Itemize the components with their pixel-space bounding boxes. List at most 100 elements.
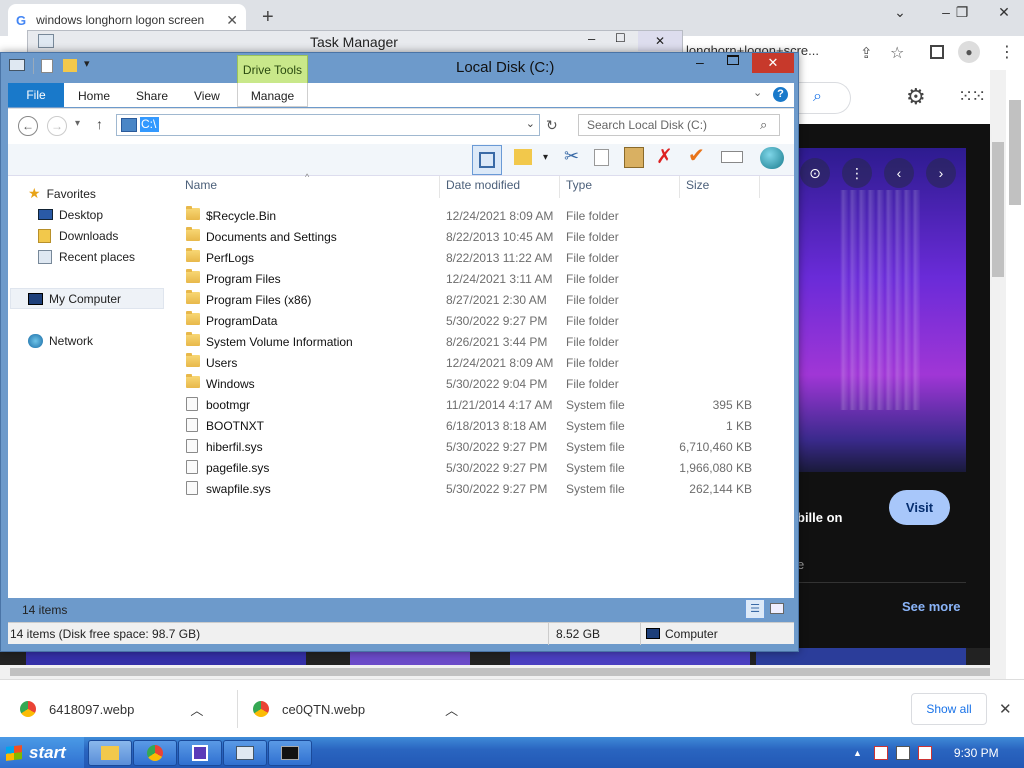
taskbar-explorer-button[interactable] — [88, 740, 132, 766]
more-options-icon[interactable]: ⋮ — [842, 158, 872, 188]
column-header-type[interactable]: Type — [566, 178, 592, 198]
tab-manage[interactable]: Manage — [237, 83, 308, 107]
file-row[interactable]: hiberfil.sys 5/30/2022 9:27 PM System file… — [183, 436, 763, 457]
file-row[interactable]: System Volume Information 8/26/2021 3:44 … — [183, 331, 763, 352]
copy-icon[interactable] — [594, 149, 609, 166]
cut-icon[interactable]: ✂ — [564, 146, 579, 167]
prev-image-icon[interactable]: ‹ — [884, 158, 914, 188]
explorer-minimize-icon[interactable]: – — [696, 54, 704, 70]
taskbar-chrome-button[interactable] — [133, 740, 177, 766]
side-panel-icon[interactable] — [930, 45, 944, 59]
bookmark-star-icon[interactable]: ☆ — [890, 43, 904, 63]
minimize-icon[interactable]: ⌄ — [884, 2, 916, 22]
nav-desktop[interactable]: Desktop — [38, 204, 103, 225]
nav-network[interactable]: Network — [28, 330, 93, 351]
back-icon[interactable]: ← — [18, 116, 38, 136]
file-row[interactable]: Program Files (x86) 8/27/2021 2:30 AM File… — [183, 289, 763, 310]
apps-grid-icon[interactable]: ⁙⁙ — [958, 86, 986, 107]
file-row[interactable]: bootmgr 11/21/2014 4:17 AM System file 395 … — [183, 394, 763, 415]
outer-scrollbar-thumb[interactable] — [1009, 100, 1021, 205]
show-all-button[interactable]: Show all — [911, 693, 987, 725]
clock[interactable]: 9:30 PM — [954, 746, 999, 760]
display-icon[interactable] — [895, 745, 910, 760]
address-bar[interactable]: ⌄ — [116, 114, 540, 136]
taskbar-app-button[interactable] — [178, 740, 222, 766]
customize-qat-icon[interactable]: ▾ — [84, 57, 90, 70]
google-search-box[interactable] — [797, 82, 851, 114]
file-row[interactable]: Documents and Settings 8/22/2013 10:45 AM… — [183, 226, 763, 247]
task-manager-window[interactable]: Task Manager – ☐ ✕ — [27, 30, 683, 54]
nav-my-computer[interactable]: My Computer — [28, 288, 121, 309]
search-icon[interactable]: ⌕ — [813, 88, 822, 106]
tray-chevron-icon[interactable]: ▲ — [853, 748, 862, 758]
forward-icon[interactable]: → — [47, 116, 67, 136]
file-row[interactable]: swapfile.sys 5/30/2022 9:27 PM System file… — [183, 478, 763, 499]
chevron-up-icon[interactable]: ︿ — [445, 700, 458, 719]
explorer-maximize-icon[interactable] — [727, 55, 739, 65]
profile-avatar[interactable]: ● — [958, 41, 980, 63]
chrome-restore-icon[interactable]: ❐ — [946, 2, 978, 22]
column-header-name[interactable]: Name — [185, 178, 217, 198]
nav-recent-places[interactable]: Recent places — [38, 246, 135, 267]
file-row[interactable]: $Recycle.Bin 12/24/2021 8:09 AM File folde… — [183, 205, 763, 226]
properties-icon[interactable] — [41, 59, 53, 73]
file-row[interactable]: Program Files 12/24/2021 3:11 AM File fold… — [183, 268, 763, 289]
nav-downloads[interactable]: Downloads — [38, 225, 118, 246]
column-header-date[interactable]: Date modified — [446, 178, 520, 198]
tab-home[interactable]: Home — [78, 83, 110, 107]
refresh-icon[interactable]: ↻ — [546, 117, 558, 134]
file-row[interactable]: Windows 5/30/2022 9:04 PM File folder — [183, 373, 763, 394]
horizontal-scrollbar[interactable] — [0, 665, 1006, 679]
paste-icon[interactable] — [624, 147, 644, 168]
outer-scrollbar[interactable] — [1006, 70, 1024, 665]
volume-mute-icon[interactable] — [917, 745, 932, 760]
new-tab-icon[interactable]: + — [262, 6, 274, 29]
visit-button[interactable]: Visit — [889, 490, 950, 525]
tab-file[interactable]: File — [8, 83, 64, 107]
tab-view[interactable]: View — [194, 83, 220, 107]
nav-favorites[interactable]: ★ Favorites — [28, 183, 96, 204]
file-row[interactable]: BOOTNXT 6/18/2013 8:18 AM System file 1 KB — [183, 415, 763, 436]
check-icon[interactable]: ✔ — [688, 143, 705, 168]
see-more-link[interactable]: See more — [902, 599, 961, 614]
up-icon[interactable]: ↑ — [96, 116, 103, 132]
chevron-up-icon[interactable]: ︿ — [190, 700, 203, 719]
address-dropdown-icon[interactable]: ⌄ — [526, 117, 535, 130]
settings-gear-icon[interactable]: ⚙ — [906, 84, 926, 110]
file-row[interactable]: PerfLogs 8/22/2013 11:22 AM File folder — [183, 247, 763, 268]
expand-ribbon-icon[interactable]: ⌄ — [753, 86, 762, 99]
search-input[interactable]: Search Local Disk (C:) — [578, 114, 780, 136]
properties-folder-icon[interactable] — [514, 149, 532, 165]
page-scrollbar-thumb[interactable] — [992, 142, 1004, 277]
task-manager-minimize-icon[interactable]: – — [588, 31, 595, 46]
chrome-close-icon[interactable]: ✕ — [988, 2, 1020, 22]
lens-icon[interactable]: ⊙ — [800, 158, 830, 188]
close-download-bar-icon[interactable]: ✕ — [999, 700, 1012, 718]
task-manager-close-icon[interactable]: ✕ — [638, 31, 682, 51]
large-icons-view-icon[interactable] — [770, 603, 784, 614]
start-button[interactable]: start — [0, 737, 84, 768]
download-item[interactable]: 6418097.webp ︿ — [20, 695, 203, 723]
details-view-icon[interactable]: ☰ — [745, 599, 765, 619]
tab-share[interactable]: Share — [136, 83, 168, 107]
address-text[interactable]: C:\ — [140, 117, 159, 132]
chrome-menu-icon[interactable]: ⋮ — [999, 42, 1015, 62]
taskbar-cmd-button[interactable] — [268, 740, 312, 766]
file-row[interactable]: ProgramData 5/30/2022 9:27 PM File folder — [183, 310, 763, 331]
delete-icon[interactable]: ✗ — [656, 144, 673, 169]
rename-icon[interactable] — [721, 151, 743, 163]
download-item[interactable]: ce0QTN.webp ︿ — [253, 695, 458, 723]
search-icon[interactable]: ⌕ — [760, 117, 767, 133]
dropdown-icon[interactable]: ▾ — [543, 152, 548, 163]
globe-icon[interactable] — [760, 147, 784, 169]
next-image-icon[interactable]: › — [926, 158, 956, 188]
preview-pane-icon[interactable] — [472, 145, 502, 175]
explorer-close-icon[interactable]: ✕ — [752, 53, 794, 73]
help-icon[interactable]: ? — [773, 87, 788, 102]
column-header-size[interactable]: Size — [686, 178, 709, 198]
network-error-icon[interactable] — [873, 745, 888, 760]
taskbar-task-manager-button[interactable] — [223, 740, 267, 766]
new-folder-icon[interactable] — [63, 59, 77, 72]
file-row[interactable]: pagefile.sys 5/30/2022 9:27 PM System file… — [183, 457, 763, 478]
close-tab-icon[interactable]: ✕ — [226, 12, 238, 29]
